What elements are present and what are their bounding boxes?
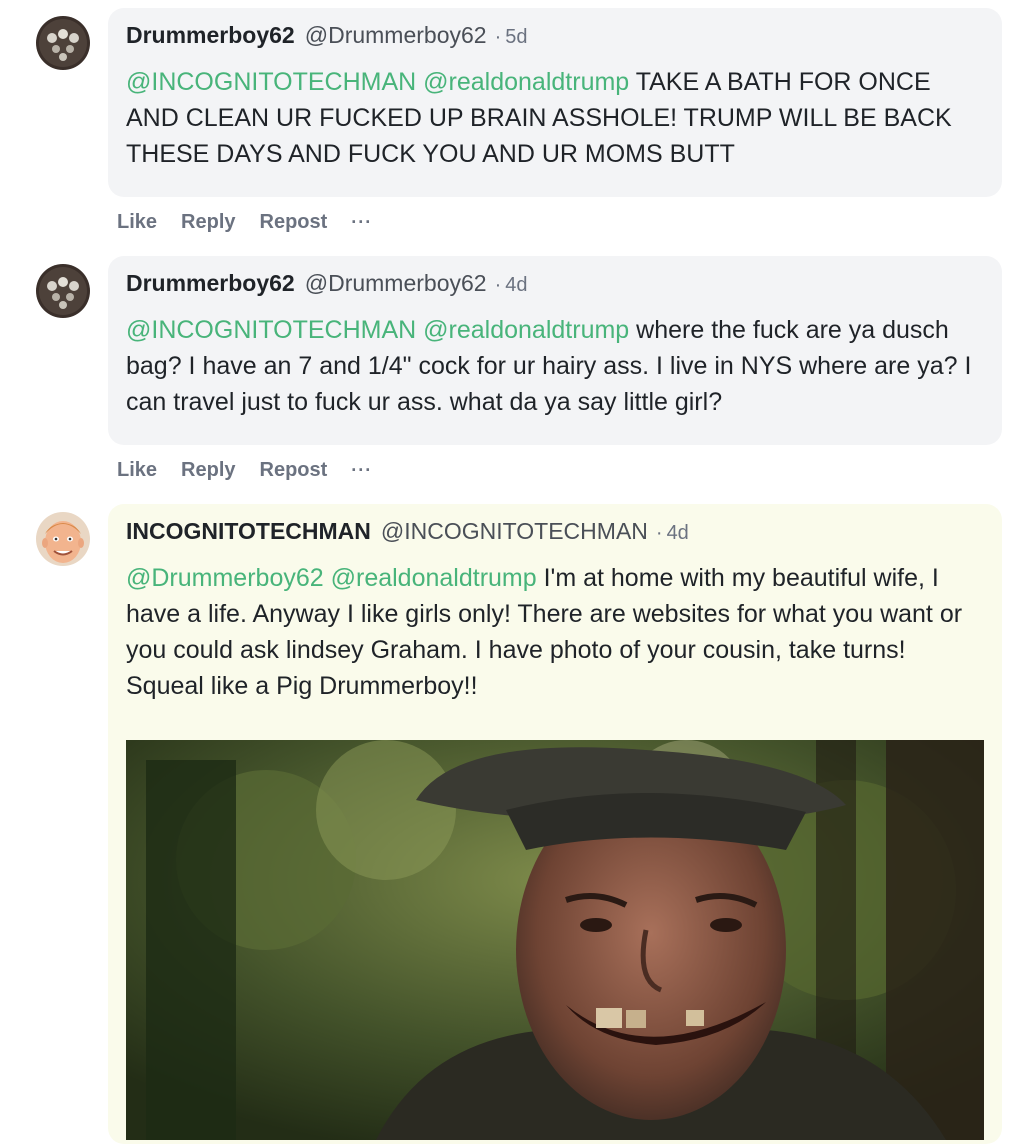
repost-button[interactable]: Repost [260,455,328,485]
timestamp[interactable]: 4d [667,522,689,544]
comment-meta: INCOGNITOTECHMAN @INCOGNITOTECHMAN · 4d [126,518,984,544]
repost-button[interactable]: Repost [260,207,328,237]
author-handle[interactable]: @Drummerboy62 [305,270,487,296]
comment-bubble: Drummerboy62 @Drummerboy62 · 5d @INCOGNITOT… [108,8,1002,197]
separator-dot: · [494,274,502,296]
author-name[interactable]: Drummerboy62 [126,270,295,296]
attached-photo[interactable] [126,740,984,1140]
like-button[interactable]: Like [117,455,157,485]
comment-text: @Drummerboy62 @realdonaldtrump I'm at ho… [126,560,986,704]
author-handle[interactable]: @INCOGNITOTECHMAN [381,518,648,544]
mention-link[interactable]: @INCOGNITOTECHMAN [126,68,416,96]
reply-button[interactable]: Reply [181,207,235,237]
avatar[interactable] [36,512,90,566]
reply-button[interactable]: Reply [181,455,235,485]
author-name[interactable]: Drummerboy62 [126,22,295,48]
comment-bubble: Drummerboy62 @Drummerboy62 · 4d @INCOGNITOT… [108,256,1002,445]
comment-meta: Drummerboy62 @Drummerboy62 · 5d [126,22,984,48]
author-name[interactable]: INCOGNITOTECHMAN [126,518,371,544]
comment-text: @INCOGNITOTECHMAN @realdonaldtrump where… [126,312,986,420]
timestamp[interactable]: 4d [505,274,527,296]
mention-link[interactable]: @realdonaldtrump [423,316,629,344]
mention-link[interactable]: @INCOGNITOTECHMAN [126,316,416,344]
timestamp[interactable]: 5d [505,26,527,48]
mention-link[interactable]: @realdonaldtrump [423,68,629,96]
comment-text: @INCOGNITOTECHMAN @realdonaldtrump TAKE … [126,64,986,172]
more-options-icon[interactable]: ··· [351,207,372,237]
like-button[interactable]: Like [117,207,157,237]
comment-actions: Like Reply Repost ··· [117,455,396,485]
avatar[interactable] [36,264,90,318]
author-handle[interactable]: @Drummerboy62 [305,22,487,48]
comment-actions: Like Reply Repost ··· [117,207,396,237]
mention-link[interactable]: @realdonaldtrump [331,564,537,592]
separator-dot: · [494,26,502,48]
more-options-icon[interactable]: ··· [351,455,372,485]
separator-dot: · [655,522,663,544]
comment-meta: Drummerboy62 @Drummerboy62 · 4d [126,270,984,296]
mention-link[interactable]: @Drummerboy62 [126,564,324,592]
avatar[interactable] [36,16,90,70]
